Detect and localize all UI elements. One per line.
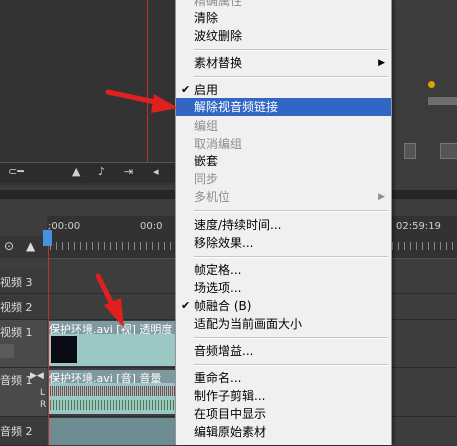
menu-item-label: 音频增益... bbox=[194, 344, 254, 358]
record-dot-icon bbox=[428, 81, 435, 88]
menu-item-label: 场选项... bbox=[194, 281, 242, 295]
menu-item-label: 素材替换 bbox=[194, 56, 243, 70]
menu-item-ungroup: 取消编组 bbox=[176, 135, 391, 153]
playhead-handle[interactable] bbox=[43, 230, 52, 246]
menu-item-group: 编组 bbox=[176, 117, 391, 135]
menu-item-edit-original[interactable]: 编辑原始素材 bbox=[176, 423, 391, 441]
menu-item-scale-to-frame[interactable]: 适配为当前画面大小 bbox=[176, 315, 391, 333]
track-header-audio1[interactable]: 音频 1 ▶◀ L R bbox=[0, 368, 47, 417]
checkmark-icon: ✔ bbox=[181, 299, 191, 312]
program-control-button-2[interactable] bbox=[440, 143, 457, 159]
menu-item-label: 清除 bbox=[194, 11, 219, 25]
menu-item-label: 波纹删除 bbox=[194, 29, 243, 43]
menu-item-label: 多机位 bbox=[194, 190, 231, 204]
menu-item-label: 解除视音频链接 bbox=[194, 100, 279, 114]
track-label: 视频 2 bbox=[0, 301, 33, 314]
menu-item-label: 重命名... bbox=[194, 371, 242, 385]
submenu-arrow-icon: ▶ bbox=[378, 58, 385, 68]
track-header-video1[interactable]: 视频 1 bbox=[0, 320, 47, 368]
menu-item-frame-blend[interactable]: ✔ 帧融合 (B) bbox=[176, 297, 391, 315]
menu-item-label: 帧融合 (B) bbox=[194, 299, 252, 313]
menu-item-rename[interactable]: 重命名... bbox=[176, 369, 391, 387]
audio-waveform-left bbox=[50, 386, 175, 396]
snap-icon[interactable]: ⊙ bbox=[4, 239, 14, 253]
menu-item-label: 取消编组 bbox=[194, 137, 243, 151]
context-menu: 精确属性 清除 波纹删除 素材替换 ▶ ✔ 启用 解除视音频链接 编组 取消编组 嵌… bbox=[175, 0, 392, 445]
checkmark-icon: ✔ bbox=[181, 83, 191, 96]
menu-item-speed-duration[interactable]: 速度/持续时间... bbox=[176, 216, 391, 234]
track-label: 视频 1 bbox=[0, 326, 33, 339]
menu-item-enable[interactable]: ✔ 启用 bbox=[176, 81, 391, 99]
menu-item-audio-gain[interactable]: 音频增益... bbox=[176, 342, 391, 360]
track-header-video2[interactable]: 视频 2 bbox=[0, 294, 47, 320]
menu-item-label: 编组 bbox=[194, 119, 219, 133]
menu-separator bbox=[194, 49, 388, 51]
menu-item-reveal-in-project[interactable]: 在项目中显示 bbox=[176, 405, 391, 423]
ruler-ticks-right bbox=[392, 242, 457, 250]
program-scrub-bar[interactable] bbox=[428, 97, 457, 105]
menu-item-unlink-audio-video[interactable]: 解除视音频链接 bbox=[176, 98, 391, 116]
slider-knob[interactable]: ⊂━ bbox=[8, 165, 24, 178]
menu-item-frame-hold[interactable]: 帧定格... bbox=[176, 261, 391, 279]
playhead-line[interactable] bbox=[48, 228, 49, 445]
timecode-mid: 00:0 bbox=[140, 221, 163, 232]
monitor-toolbar: ⊂━ ▲ ♪ ⇥ ◂ bbox=[0, 162, 175, 183]
submenu-arrow-icon: ▶ bbox=[378, 192, 385, 202]
menu-item-field-options[interactable]: 场选项... bbox=[176, 279, 391, 297]
export-icon[interactable]: ⇥ bbox=[124, 165, 133, 178]
left-arrow-icon[interactable]: ◂ bbox=[153, 165, 159, 178]
timeline-tools: ⊙ ▲ bbox=[0, 236, 47, 258]
track-label: 音频 1 bbox=[0, 374, 33, 387]
menu-item-label: 同步 bbox=[194, 172, 219, 186]
menu-item-label: 在项目中显示 bbox=[194, 407, 267, 421]
menu-separator bbox=[194, 76, 388, 78]
program-control-button[interactable] bbox=[404, 143, 416, 159]
track-header-audio2[interactable]: 音频 2 bbox=[0, 417, 47, 446]
menu-item-replace-footage[interactable]: 素材替换 ▶ bbox=[176, 54, 391, 72]
menu-item-label: 速度/持续时间... bbox=[194, 218, 282, 232]
monitor-red-guide bbox=[147, 0, 148, 162]
audio-clip-lower[interactable] bbox=[49, 418, 175, 445]
audio-waveform-right bbox=[50, 400, 175, 410]
audio-clip-title: 保护环境.avi [音] 音量 bbox=[49, 370, 175, 383]
mountain-icon[interactable]: ▲ bbox=[72, 165, 80, 178]
menu-item-ripple-delete[interactable]: 波纹删除 bbox=[176, 27, 391, 45]
program-monitor-panel bbox=[390, 0, 457, 190]
menu-separator bbox=[194, 337, 388, 339]
speaker-icon[interactable]: ♪ bbox=[98, 165, 105, 178]
menu-item-label: 编辑原始素材 bbox=[194, 425, 267, 439]
clip-thumbnail bbox=[51, 336, 77, 363]
menu-item-multi-camera: 多机位 ▶ bbox=[176, 188, 391, 206]
timecode-start: :00:00 bbox=[48, 221, 81, 232]
menu-separator bbox=[194, 256, 388, 258]
track-label: 音频 2 bbox=[0, 425, 33, 438]
expand-icon[interactable]: ▶◀ bbox=[30, 371, 44, 381]
track-header-video3[interactable]: 视频 3 bbox=[0, 270, 47, 294]
menu-item-label: 嵌套 bbox=[194, 154, 219, 168]
menu-item-make-subclip[interactable]: 制作子剪辑... bbox=[176, 387, 391, 405]
menu-item-label: 帧定格... bbox=[194, 263, 242, 277]
menu-item-label: 适配为当前画面大小 bbox=[194, 317, 303, 331]
menu-item-remove-effects[interactable]: 移除效果... bbox=[176, 234, 391, 252]
ruler-ticks bbox=[50, 242, 175, 250]
menu-item-clear[interactable]: 清除 bbox=[176, 9, 391, 27]
marker-icon[interactable]: ▲ bbox=[26, 239, 35, 253]
lock-icon[interactable] bbox=[0, 344, 14, 358]
menu-separator bbox=[194, 364, 388, 366]
right-channel-icon: R bbox=[40, 400, 47, 410]
timecode-end: 02:59:19 bbox=[396, 221, 441, 232]
left-channel-icon: L bbox=[40, 388, 46, 398]
menu-item-label: 移除效果... bbox=[194, 236, 254, 250]
video-clip-title: 保护环境.avi [视] 透明度 bbox=[49, 321, 175, 334]
menu-item-synchronize: 同步 bbox=[176, 170, 391, 188]
menu-separator bbox=[194, 210, 388, 212]
track-label: 视频 3 bbox=[0, 276, 33, 289]
menu-item-label: 启用 bbox=[194, 83, 219, 97]
source-monitor-panel bbox=[0, 0, 175, 185]
menu-item-nest[interactable]: 嵌套 bbox=[176, 152, 391, 170]
menu-item-label: 制作子剪辑... bbox=[194, 389, 266, 403]
